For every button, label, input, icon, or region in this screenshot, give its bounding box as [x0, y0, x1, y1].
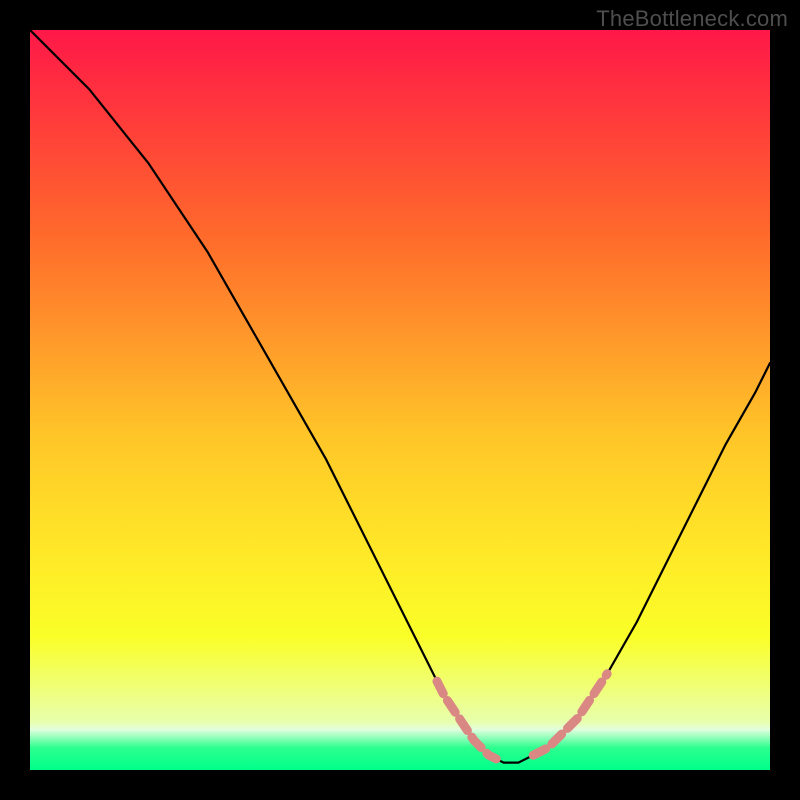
plot-area	[30, 30, 770, 770]
chart-container: TheBottleneck.com	[0, 0, 800, 800]
bottleneck-curve	[30, 30, 770, 763]
accent-segment-right	[533, 674, 607, 755]
watermark-text: TheBottleneck.com	[596, 6, 788, 32]
curve-svg	[30, 30, 770, 770]
accent-segment-left	[437, 681, 496, 759]
